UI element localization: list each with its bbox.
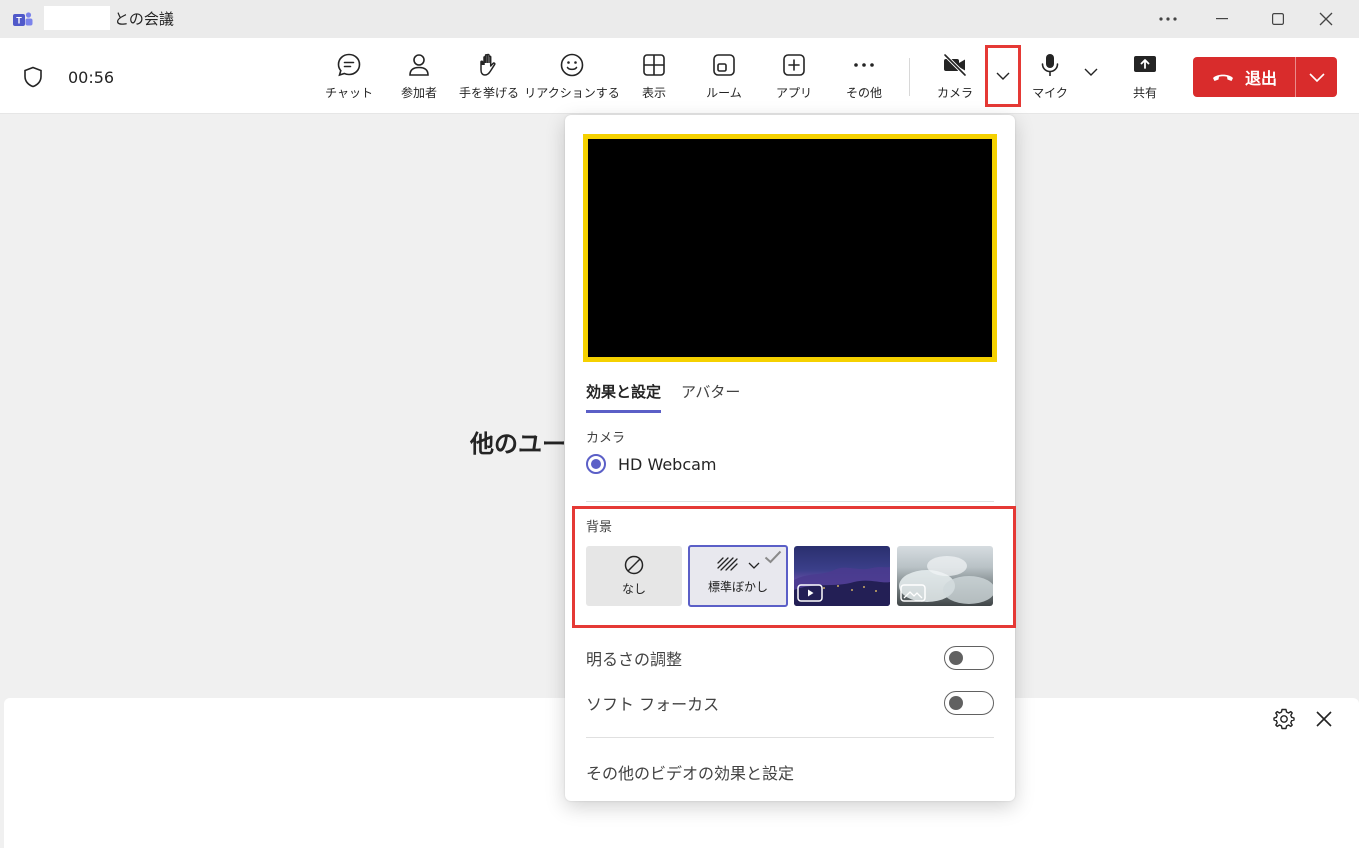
more-button[interactable]: その他 bbox=[845, 52, 883, 106]
share-label: 共有 bbox=[1132, 86, 1157, 100]
meeting-timer: 00:56 bbox=[68, 68, 115, 87]
camera-options-dropdown[interactable] bbox=[985, 45, 1021, 107]
hang-up-icon bbox=[1212, 74, 1233, 81]
share-icon bbox=[1134, 56, 1156, 72]
divider bbox=[586, 737, 994, 738]
rooms-icon bbox=[713, 54, 735, 76]
more-video-settings-link[interactable]: その他のビデオの効果と設定 bbox=[586, 760, 794, 784]
camera-settings-popup: 効果と設定 アバター カメラ HD Webcam 背景 なし 標準ぼかし 明るさ… bbox=[565, 115, 1016, 801]
leave-label: 退出 bbox=[1244, 69, 1277, 88]
tab-avatar[interactable]: アバター bbox=[681, 381, 740, 413]
raise-hand-label: 手を挙げる bbox=[458, 86, 519, 100]
background-night-city-option[interactable] bbox=[794, 546, 890, 606]
background-none-label: なし bbox=[621, 582, 646, 596]
meeting-toolbar: 00:56 チャット 参加者 手を挙げる リアクションする 表示 ルーム アプリ… bbox=[0, 38, 1359, 114]
soft-focus-row: ソフト フォーカス bbox=[586, 691, 994, 715]
window-title: との会議 bbox=[114, 10, 174, 28]
maximize-button[interactable] bbox=[1255, 0, 1301, 38]
blur-icon bbox=[717, 557, 738, 571]
camera-device-option[interactable]: HD Webcam bbox=[586, 454, 717, 474]
close-panel-icon[interactable] bbox=[1315, 710, 1333, 728]
svg-text:T: T bbox=[16, 16, 22, 26]
rooms-label: ルーム bbox=[706, 86, 742, 100]
brightness-toggle[interactable] bbox=[944, 646, 994, 670]
camera-section-label: カメラ bbox=[586, 431, 626, 446]
shield-icon[interactable] bbox=[23, 66, 43, 88]
chat-button[interactable]: チャット bbox=[325, 52, 373, 106]
close-icon bbox=[1319, 12, 1333, 26]
background-blur-label: 標準ぼかし bbox=[707, 580, 768, 594]
soft-focus-label: ソフト フォーカス bbox=[586, 695, 720, 714]
chevron-down-icon bbox=[1308, 72, 1325, 82]
view-button[interactable]: 表示 bbox=[638, 52, 670, 106]
reactions-label: リアクションする bbox=[524, 86, 620, 100]
leave-options-dropdown[interactable] bbox=[1296, 72, 1337, 82]
camera-label: カメラ bbox=[937, 86, 974, 100]
view-label: 表示 bbox=[641, 86, 666, 100]
chevron-down-icon bbox=[996, 72, 1010, 80]
popup-tabs: 効果と設定 アバター bbox=[586, 381, 760, 413]
radio-button[interactable] bbox=[586, 454, 606, 474]
chat-label: チャット bbox=[325, 86, 373, 100]
ellipsis-icon bbox=[1159, 17, 1177, 21]
divider bbox=[586, 501, 994, 502]
waiting-message: 他のユー bbox=[470, 430, 566, 458]
raise-hand-button[interactable]: 手を挙げる bbox=[458, 52, 520, 106]
video-background-badge-icon bbox=[797, 584, 823, 602]
more-icon bbox=[854, 63, 874, 67]
toggle-knob bbox=[949, 651, 963, 665]
minimize-icon bbox=[1216, 18, 1228, 20]
participants-label: 参加者 bbox=[400, 86, 437, 100]
more-label: その他 bbox=[845, 86, 882, 100]
background-blur-option[interactable]: 標準ぼかし bbox=[688, 545, 788, 607]
microphone-icon bbox=[1041, 54, 1059, 76]
soft-focus-toggle[interactable] bbox=[944, 691, 994, 715]
minimize-button[interactable] bbox=[1199, 0, 1245, 38]
blur-option-header bbox=[716, 557, 760, 573]
toggle-knob bbox=[949, 696, 963, 710]
radio-selected-dot bbox=[591, 459, 601, 469]
maximize-icon bbox=[1272, 13, 1284, 25]
apps-button[interactable]: アプリ bbox=[776, 52, 812, 106]
checkmark-icon bbox=[764, 550, 782, 564]
gear-icon[interactable] bbox=[1273, 708, 1295, 730]
share-button[interactable]: 共有 bbox=[1128, 52, 1162, 106]
microphone-label: マイク bbox=[1032, 86, 1068, 100]
toolbar-separator bbox=[909, 58, 910, 96]
mic-chevron-down-icon[interactable] bbox=[1084, 68, 1098, 76]
participants-button[interactable]: 参加者 bbox=[397, 52, 441, 106]
rooms-button[interactable]: ルーム bbox=[704, 52, 744, 106]
brightness-label: 明るさの調整 bbox=[586, 650, 683, 669]
tab-effects-settings[interactable]: 効果と設定 bbox=[586, 381, 662, 413]
microphone-button[interactable]: マイク bbox=[1032, 52, 1068, 106]
camera-button[interactable]: カメラ bbox=[937, 52, 974, 106]
redacted-participant-name bbox=[44, 6, 110, 30]
apps-label: アプリ bbox=[776, 86, 813, 100]
add-apps-icon bbox=[783, 54, 805, 76]
no-effect-icon bbox=[624, 555, 644, 575]
camera-device-name: HD Webcam bbox=[618, 454, 717, 474]
background-none-option[interactable]: なし bbox=[586, 546, 682, 606]
close-window-button[interactable] bbox=[1303, 0, 1349, 38]
brightness-row: 明るさの調整 bbox=[586, 646, 994, 670]
chat-icon bbox=[337, 53, 361, 77]
camera-off-icon bbox=[943, 53, 967, 77]
leave-button-group: 退出 bbox=[1193, 57, 1337, 97]
reactions-button[interactable]: リアクションする bbox=[524, 52, 620, 106]
chevron-down-icon[interactable] bbox=[748, 562, 760, 569]
background-frost-option[interactable] bbox=[897, 546, 993, 606]
view-grid-icon bbox=[643, 54, 665, 76]
image-background-badge-icon bbox=[900, 584, 926, 602]
raise-hand-icon bbox=[480, 53, 496, 76]
teams-logo-icon: T bbox=[13, 12, 33, 26]
camera-preview bbox=[583, 134, 997, 362]
more-options-button[interactable] bbox=[1145, 0, 1191, 38]
title-bar: T との会議 bbox=[0, 0, 1359, 38]
background-section-label: 背景 bbox=[586, 520, 613, 535]
emoji-icon bbox=[560, 53, 584, 77]
leave-button[interactable]: 退出 bbox=[1193, 57, 1296, 97]
people-icon bbox=[409, 54, 429, 76]
